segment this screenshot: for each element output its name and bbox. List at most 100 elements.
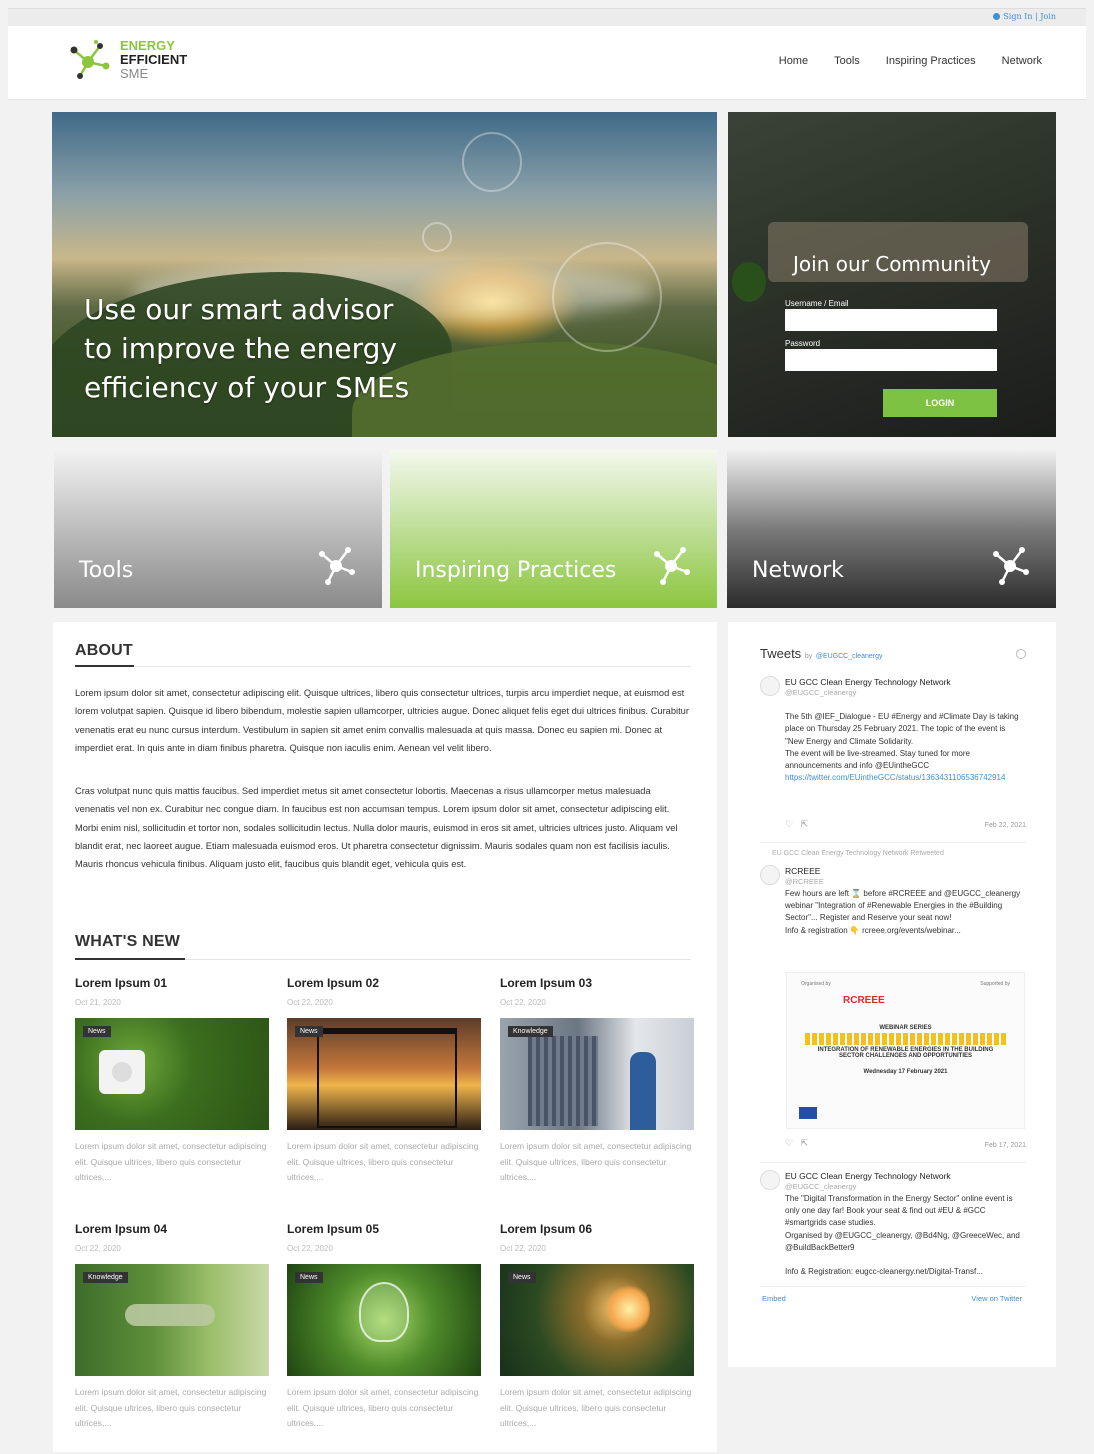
nav-home[interactable]: Home [779,55,808,67]
card-title[interactable]: Lorem Ipsum 04 [75,1222,269,1236]
card-title[interactable]: Lorem Ipsum 02 [287,976,481,990]
nav-network[interactable]: Network [1002,55,1042,67]
sign-in-label[interactable]: Sign In | Join [1003,12,1056,21]
eu-flag-icon [799,1107,817,1119]
news-card[interactable]: Lorem Ipsum 01 Oct 21, 2020 News Lorem i… [75,976,269,1186]
tweet[interactable]: EU GCC Clean Energy Technology Network @… [760,676,1026,826]
card-date: Oct 22, 2020 [500,998,546,1007]
site-logo[interactable]: ENERGY EFFICIENT SME [66,38,187,82]
sign-in-link[interactable]: Sign In | Join [993,12,1056,21]
about-paragraph-2: Cras volutpat nunc quis mattis faucibus.… [75,786,678,870]
tile-network[interactable]: Network [727,450,1056,608]
tweets-header: Tweets by @EUGCC_cleanergy [760,646,882,661]
nav-inspiring-practices[interactable]: Inspiring Practices [886,55,976,67]
tweet-handle[interactable]: @EUGCC_cleanergy [785,1181,856,1193]
card-title[interactable]: Lorem Ipsum 05 [287,1222,481,1236]
share-icon[interactable]: ⇱ [801,1138,809,1148]
about-title: ABOUT [75,642,133,659]
top-utility-bar [8,8,1086,26]
tweet-body: Few hours are left ⌛ before #RCREEE and … [785,889,1021,935]
card-tag: Knowledge [83,1272,128,1283]
card-excerpt: Lorem ipsum dolor sit amet, consectetur … [500,1387,692,1428]
card-image[interactable]: News [75,1018,269,1130]
embed-link[interactable]: Embed [762,1294,786,1303]
tweet-actions: ♡ ⇱ [785,1138,808,1149]
about-paragraph-1: Lorem ipsum dolor sit amet, consectetur … [75,688,689,753]
logo-line-2: EFFICIENT [120,52,188,67]
card-tag: Knowledge [508,1026,553,1037]
username-input[interactable] [785,309,997,331]
card-excerpt: Lorem ipsum dolor sit amet, consectetur … [500,1141,692,1182]
tweet-date[interactable]: Feb 17, 2021 [985,1142,1026,1149]
logo-wordmark: ENERGY EFFICIENT SME [120,39,187,81]
card-excerpt: Lorem ipsum dolor sit amet, consectetur … [287,1387,479,1428]
card-image[interactable]: News [500,1264,694,1376]
tile-network-label: Network [752,558,844,583]
tile-inspiring-practices[interactable]: Inspiring Practices [390,450,717,608]
card-title[interactable]: Lorem Ipsum 01 [75,976,269,990]
login-button[interactable]: LOGIN [883,389,997,417]
share-icon[interactable]: ⇱ [801,819,809,829]
twitter-timeline: Tweets by @EUGCC_cleanergy EU GCC Clean … [728,622,1056,1367]
card-image[interactable]: News [287,1264,481,1376]
card-image[interactable]: Knowledge [500,1018,694,1130]
tweet-body: The 5th @IEF_Dialogue - EU #Energy and #… [785,699,1025,797]
news-card[interactable]: Lorem Ipsum 02 Oct 22, 2020 News Lorem i… [287,976,481,1186]
nav-tools[interactable]: Tools [834,55,860,67]
tweet-link[interactable]: https://twitter.com/EUintheGCC/status/13… [785,772,1025,784]
main-content: ABOUT Lorem ipsum dolor sit amet, consec… [53,622,717,1452]
info-icon[interactable] [1016,649,1026,659]
tweet-image[interactable]: Organised by Supported by RCREEE WEBINAR… [786,972,1025,1129]
card-date: Oct 21, 2020 [75,998,121,1007]
tile-tools-label: Tools [79,558,134,583]
card-excerpt: Lorem ipsum dolor sit amet, consectetur … [75,1387,267,1428]
avatar[interactable] [760,1170,780,1190]
card-title[interactable]: Lorem Ipsum 06 [500,1222,694,1236]
password-input[interactable] [785,349,997,371]
tweet-body: The "Digital Transformation in the Energ… [785,1194,1020,1277]
tweet-handle[interactable]: @EUGCC_cleanergy [785,687,856,699]
tweet-date[interactable]: Feb 22, 2021 [985,822,1026,829]
heart-icon[interactable]: ♡ [785,1138,793,1148]
avatar[interactable] [760,676,780,696]
avatar[interactable] [760,865,780,885]
tweet-actions: ♡ ⇱ [785,819,808,830]
news-card[interactable]: Lorem Ipsum 06 Oct 22, 2020 News Lorem i… [500,1222,694,1432]
site-header: ENERGY EFFICIENT SME Home Tools Inspirin… [8,26,1086,100]
news-card[interactable]: Lorem Ipsum 04 Oct 22, 2020 Knowledge Lo… [75,1222,269,1432]
heart-icon[interactable]: ♡ [785,819,793,829]
tweet[interactable]: EU GCC Clean Energy Technology Network @… [760,1170,1026,1280]
password-label: Password [785,339,821,348]
molecule-icon [319,547,355,585]
view-on-twitter-link[interactable]: View on Twitter [971,1294,1022,1303]
logo-line-1: ENERGY [120,38,175,53]
molecule-logo-icon [70,40,110,79]
card-image[interactable]: Knowledge [75,1264,269,1376]
tweets-title: Tweets [760,646,802,661]
tweets-account-link[interactable]: @EUGCC_cleanergy [816,653,883,660]
card-date: Oct 22, 2020 [500,1244,546,1253]
card-tag: News [295,1026,323,1037]
retweet-notice: EU GCC Clean Energy Technology Network R… [772,850,944,857]
card-image[interactable]: News [287,1018,481,1130]
card-tag: News [295,1272,323,1283]
tweet-handle[interactable]: @RCREEE [785,876,824,888]
tweets-by: by [804,653,813,660]
card-excerpt: Lorem ipsum dolor sit amet, consectetur … [287,1141,479,1182]
whats-new-title: WHAT'S NEW [75,933,181,950]
card-tag: News [83,1026,111,1037]
decor-circle-icon [552,242,662,352]
tile-tools[interactable]: Tools [54,450,382,608]
tile-inspiring-practices-label: Inspiring Practices [415,558,617,583]
hero-banner: Use our smart advisor to improve the ene… [52,112,717,437]
logo-line-3: SME [120,66,149,81]
card-title[interactable]: Lorem Ipsum 03 [500,976,694,990]
main-nav: Home Tools Inspiring Practices Network [779,55,1042,67]
tweet[interactable]: RCREEE @RCREEE Few hours are left ⌛ befo… [760,865,1026,965]
news-card[interactable]: Lorem Ipsum 05 Oct 22, 2020 News Lorem i… [287,1222,481,1432]
join-title: Join our Community [793,252,991,276]
card-date: Oct 22, 2020 [287,1244,333,1253]
username-label: Username / Email [785,299,849,308]
news-card[interactable]: Lorem Ipsum 03 Oct 22, 2020 Knowledge Lo… [500,976,694,1186]
card-tag: News [508,1272,536,1283]
